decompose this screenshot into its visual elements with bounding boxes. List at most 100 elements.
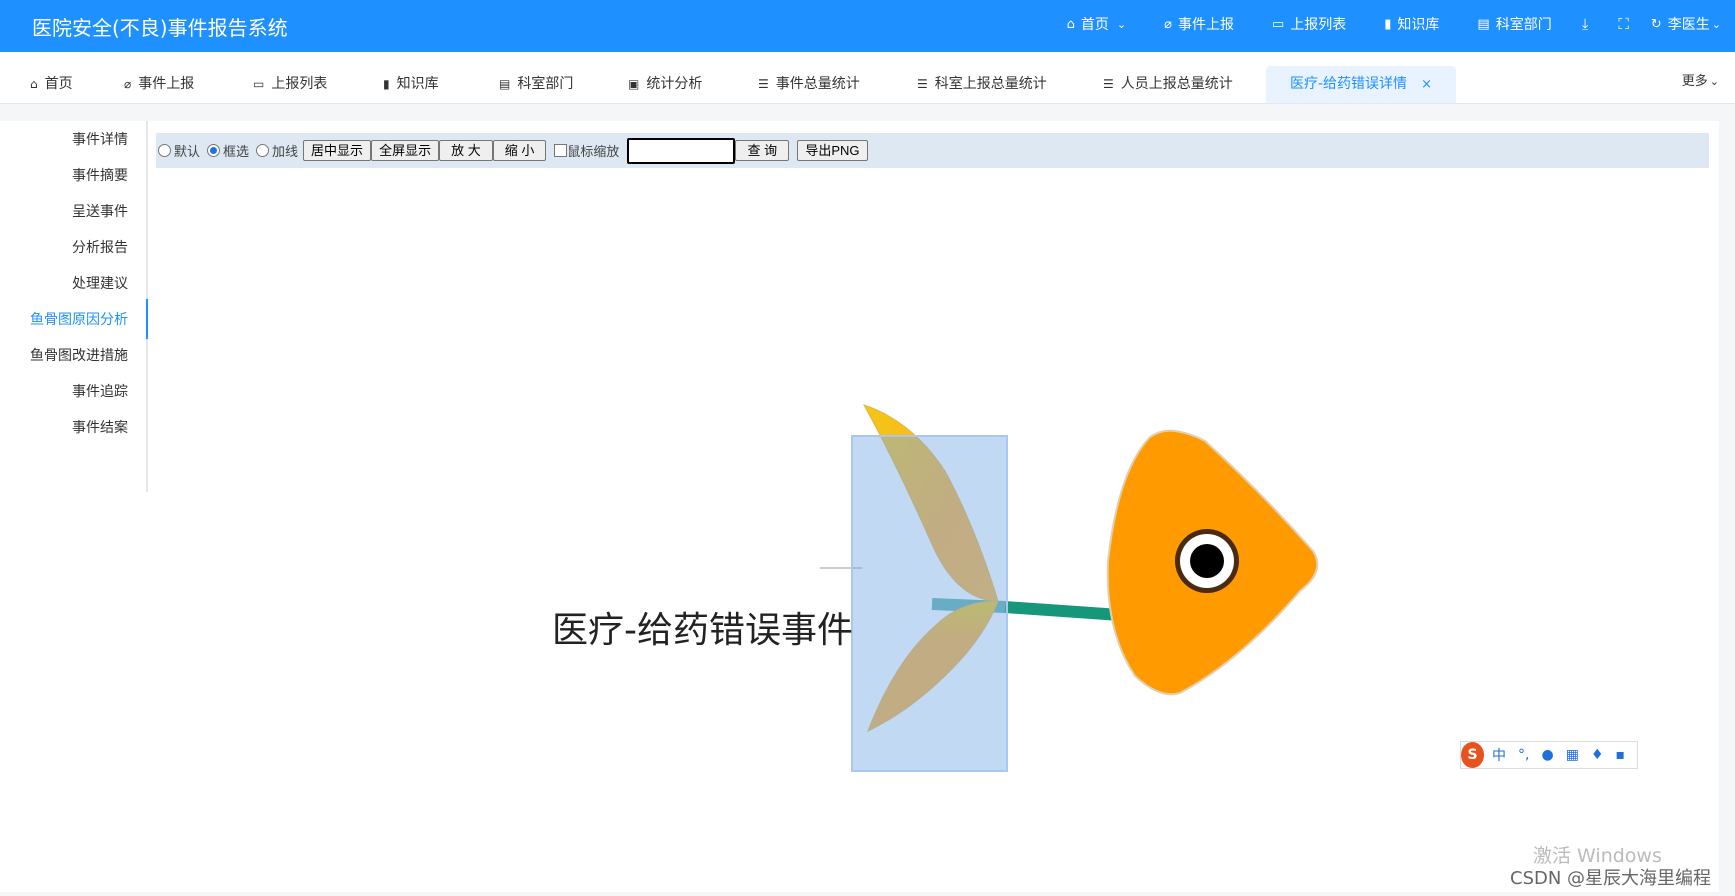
selection-box[interactable]: [851, 435, 1008, 772]
app-title: 医院安全(不良)事件报告系统: [32, 16, 288, 40]
document-icon: ▤: [1477, 16, 1490, 32]
menu-item-analysis-report[interactable]: 分析报告: [72, 237, 128, 257]
list-icon: ☰: [1103, 77, 1114, 91]
menu-item-suggestion[interactable]: 处理建议: [72, 273, 128, 293]
fishbone-canvas[interactable]: 医疗-给药错误事件: [0, 121, 1719, 892]
punctuation-icon: °,: [1518, 747, 1530, 763]
home-icon: ⌂: [1066, 16, 1075, 32]
csdn-watermark: CSDN @星辰大海里编程: [1510, 868, 1712, 889]
user-menu[interactable]: ↻ 李医生 ⌄: [1651, 14, 1721, 34]
home-icon: ⌂: [30, 77, 38, 91]
book-icon: ▮: [1384, 16, 1392, 32]
radio-select[interactable]: [207, 144, 221, 157]
tab-label: 上报列表: [271, 76, 328, 92]
topnav-home[interactable]: ⌂ 首页 ⌄: [1067, 14, 1126, 34]
ime-mode: 中: [1492, 748, 1507, 764]
tab-home[interactable]: ⌂ 首页: [30, 66, 73, 103]
tab-label: 科室上报总量统计: [934, 76, 1047, 92]
topnav-department[interactable]: ▤ 科室部门: [1477, 14, 1551, 34]
monitor-icon: ▭: [253, 77, 265, 91]
tab-person-total[interactable]: ☰ 人员上报总量统计: [1103, 66, 1233, 103]
tab-report[interactable]: ⌀ 事件上报: [124, 66, 194, 103]
radio-add-line-label: 加线: [272, 145, 299, 160]
tab-label: 人员上报总量统计: [1120, 76, 1233, 92]
menu-item-event-tracking[interactable]: 事件追踪: [72, 381, 128, 401]
side-menu: 事件详情 事件摘要 呈送事件 分析报告 处理建议 鱼骨图原因分析 鱼骨图改进措施…: [0, 121, 148, 492]
fullscreen-icon[interactable]: ⛶: [1618, 15, 1629, 33]
tab-statistics[interactable]: ▣ 统计分析: [628, 66, 702, 103]
fullscreen-button[interactable]: 全屏显示: [371, 140, 440, 161]
menu-item-submit-event[interactable]: 呈送事件: [72, 201, 128, 221]
more-tabs-button[interactable]: 更多 ⌄: [1682, 70, 1719, 89]
tab-label: 事件上报: [138, 76, 195, 92]
fish-eye-pupil: [1190, 544, 1224, 578]
mouse-zoom-label: 鼠标缩放: [567, 145, 620, 160]
user-name: 李医生: [1667, 17, 1710, 33]
chevron-down-icon: ⌄: [1711, 17, 1721, 31]
list-icon: ☰: [758, 77, 769, 91]
radio-add-line[interactable]: [256, 144, 270, 157]
tab-knowledge[interactable]: ▮ 知识库: [383, 66, 439, 103]
center-button[interactable]: 居中显示: [303, 140, 372, 161]
tab-label: 首页: [44, 76, 73, 92]
shirt-icon: ♦: [1590, 747, 1604, 763]
sogou-logo-icon: S: [1461, 742, 1485, 768]
menu-item-fishbone-improve[interactable]: 鱼骨图改进措施: [30, 345, 128, 365]
query-button[interactable]: 查 询: [735, 140, 790, 161]
monitor-icon: ▭: [1271, 16, 1285, 32]
main-content: 医疗-给药错误事件 事件详情 事件摘要 呈送事件 分析报告 处理建议 鱼骨图原因…: [0, 121, 1719, 892]
paperclip-icon: ⌀: [124, 77, 132, 91]
fish-spine: [1004, 601, 1121, 621]
ime-toolbar[interactable]: S 中 °, ● ▦ ♦ ▪: [1460, 741, 1638, 769]
topnav-home-label: 首页: [1080, 17, 1109, 33]
close-icon[interactable]: ×: [1421, 77, 1432, 92]
topnav-list-label: 上报列表: [1290, 17, 1347, 33]
tab-department[interactable]: ▤ 科室部门: [499, 66, 573, 103]
tab-medication-error-detail[interactable]: 医疗-给药错误详情 ×: [1266, 66, 1456, 103]
tab-label: 知识库: [396, 76, 439, 92]
radio-default[interactable]: [158, 144, 171, 157]
keyboard-icon: ▦: [1565, 747, 1579, 763]
menu-item-fishbone-cause[interactable]: 鱼骨图原因分析: [30, 309, 128, 329]
tab-event-total[interactable]: ☰ 事件总量统计: [758, 66, 860, 103]
topnav-report-label: 事件上报: [1177, 17, 1234, 33]
active-indicator: [146, 299, 148, 339]
tab-label: 事件总量统计: [775, 76, 860, 92]
topnav-knowledge-label: 知识库: [1397, 17, 1440, 33]
chart-icon: ▣: [628, 77, 640, 91]
menu-item-event-close[interactable]: 事件结案: [72, 417, 128, 437]
fishbone-title: 医疗-给药错误事件: [552, 610, 853, 651]
document-icon: ▤: [499, 77, 511, 91]
tab-label: 科室部门: [517, 76, 574, 92]
radio-select-label: 框选: [223, 145, 250, 160]
more-label: 更多: [1681, 74, 1708, 89]
topnav-list[interactable]: ▭ 上报列表: [1272, 14, 1346, 34]
topnav-report[interactable]: ⌀ 事件上报: [1164, 14, 1234, 34]
topnav-department-label: 科室部门: [1495, 17, 1552, 33]
refresh-icon: ↻: [1650, 16, 1662, 32]
list-icon: ☰: [917, 77, 928, 91]
menu-item-event-summary[interactable]: 事件摘要: [72, 165, 128, 185]
zoom-in-button[interactable]: 放 大: [439, 140, 493, 161]
diagram-toolbar: 默认 框选 加线 居中显示 全屏显示 放 大 缩 小 鼠标缩放 查 询 导出PN…: [156, 133, 1709, 168]
tab-list[interactable]: ▭ 上报列表: [253, 66, 327, 103]
search-input[interactable]: [627, 137, 736, 164]
mouse-zoom-checkbox[interactable]: [554, 144, 568, 157]
tab-label: 医疗-给药错误详情: [1290, 76, 1408, 92]
top-nav: ⌂ 首页 ⌄ ⌀ 事件上报 ▭ 上报列表 ▮ 知识库 ▤ 科室部门 ⤓ ⛶ ↻ …: [1029, 0, 1721, 48]
apps-icon: ▪: [1615, 747, 1626, 763]
paperclip-icon: ⌀: [1164, 16, 1172, 32]
topnav-knowledge[interactable]: ▮ 知识库: [1384, 14, 1439, 34]
tab-label: 统计分析: [646, 76, 703, 92]
menu-item-event-detail[interactable]: 事件详情: [72, 129, 128, 149]
zoom-out-button[interactable]: 缩 小: [492, 140, 547, 161]
book-icon: ▮: [383, 77, 390, 91]
download-icon[interactable]: ⤓: [1582, 15, 1589, 33]
tab-dept-total[interactable]: ☰ 科室上报总量统计: [917, 66, 1047, 103]
export-png-button[interactable]: 导出PNG: [797, 140, 868, 161]
top-header: 医院安全(不良)事件报告系统 ⌂ 首页 ⌄ ⌀ 事件上报 ▭ 上报列表 ▮ 知识…: [0, 0, 1735, 52]
microphone-icon: ●: [1541, 747, 1554, 763]
tab-bar: ⌂ 首页 ⌀ 事件上报 ▭ 上报列表 ▮ 知识库 ▤ 科室部门 ▣ 统计分析 ☰ 事件总量统计…: [0, 52, 1735, 104]
radio-default-label: 默认: [174, 145, 201, 160]
chevron-down-icon: ⌄: [1116, 17, 1127, 31]
